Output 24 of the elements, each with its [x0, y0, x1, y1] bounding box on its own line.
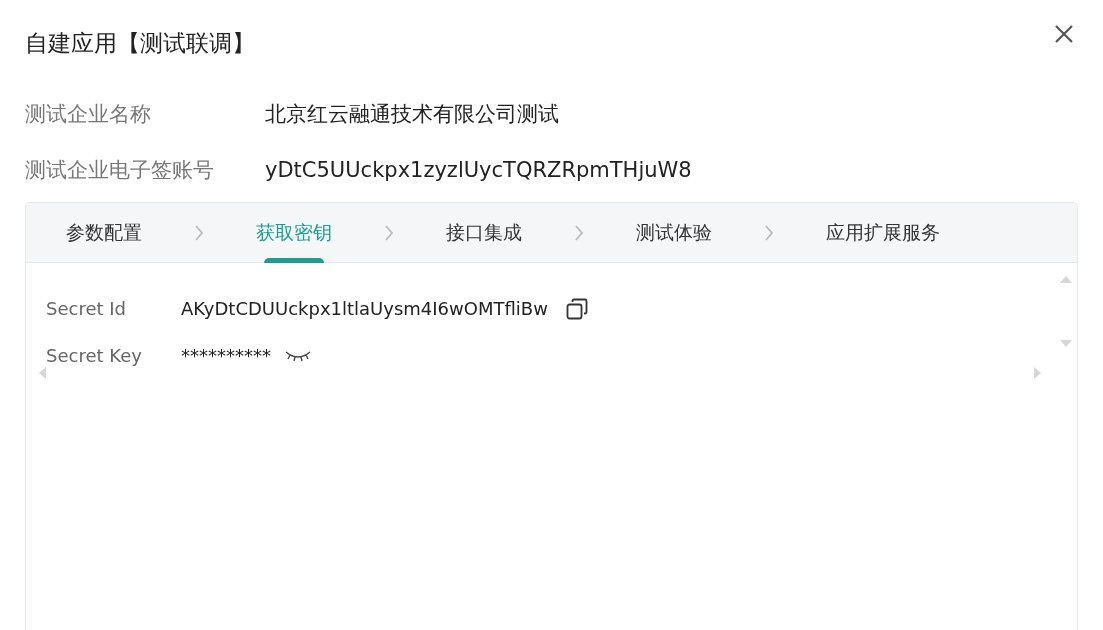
secret-key-value: ********** — [181, 345, 271, 366]
step-tab[interactable]: 接口集成 — [446, 203, 522, 262]
chevron-icon — [194, 224, 204, 241]
secret-id-label: Secret Id — [46, 298, 127, 319]
chevron-icon — [384, 224, 394, 241]
chevron-icon — [574, 224, 584, 241]
step-tab[interactable]: 参数配置 — [66, 203, 142, 262]
step-tab[interactable]: 应用扩展服务 — [826, 203, 940, 262]
field-value: 北京红云融通技术有限公司测试 — [265, 101, 559, 128]
step-tab[interactable]: 测试体验 — [636, 203, 712, 262]
scroll-left-icon[interactable] — [38, 367, 46, 379]
secret-id-value: AKyDtCDUUckpx1ltlaUysm4I6wOMTfliBw — [181, 298, 548, 319]
secret-key-label: Secret Key — [46, 345, 143, 366]
closed-eye-icon[interactable] — [285, 349, 311, 362]
copy-icon[interactable] — [565, 297, 588, 320]
scroll-down-icon[interactable] — [1060, 340, 1072, 348]
close-icon[interactable] — [1054, 24, 1074, 44]
field-label: 测试企业电子签账号 — [25, 157, 215, 184]
dialog-title: 自建应用【测试联调】 — [25, 28, 255, 58]
scroll-right-icon[interactable] — [1034, 367, 1042, 379]
chevron-icon — [764, 224, 774, 241]
field-label: 测试企业名称 — [25, 101, 152, 128]
field-value: yDtC5UUckpx1zyzlUycTQRZRpmTHjuW8 — [265, 158, 692, 182]
scroll-up-icon[interactable] — [1060, 275, 1072, 283]
